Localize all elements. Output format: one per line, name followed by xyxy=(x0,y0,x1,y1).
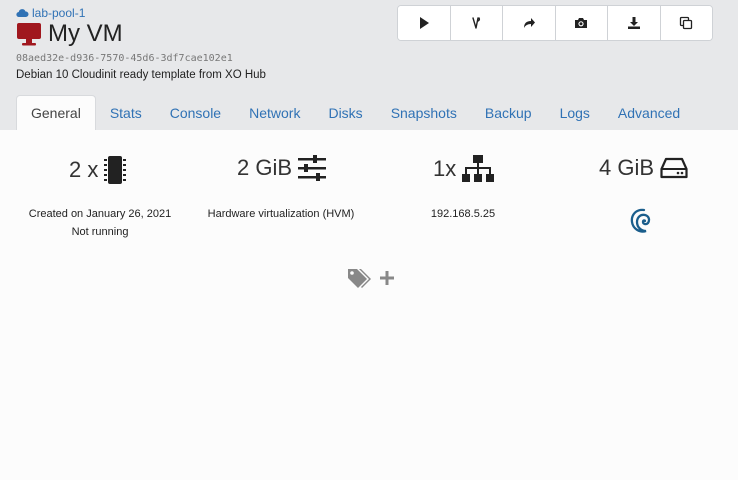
add-tag-icon[interactable] xyxy=(380,271,394,285)
copy-icon xyxy=(680,16,693,30)
cpu-icon xyxy=(104,156,127,184)
start-button[interactable] xyxy=(398,6,451,40)
tab-general[interactable]: General xyxy=(16,95,96,130)
tab-console[interactable]: Console xyxy=(156,95,235,130)
vm-title: My VM xyxy=(16,20,123,48)
pool-link[interactable]: lab-pool-1 xyxy=(16,6,85,20)
vm-tabs: General Stats Console Network Disks Snap… xyxy=(16,95,694,130)
snapshot-icon xyxy=(575,18,588,28)
fast-clone-icon xyxy=(472,17,481,29)
migrate-icon xyxy=(523,18,535,28)
vm-action-toolbar xyxy=(397,5,713,41)
tab-snapshots[interactable]: Snapshots xyxy=(377,95,471,130)
snapshot-button[interactable] xyxy=(555,6,608,40)
cpu-stat[interactable]: 2 x xyxy=(69,155,127,185)
play-icon xyxy=(419,17,429,29)
created-date: Created on January 26, 2021 xyxy=(28,208,172,220)
tab-stats[interactable]: Stats xyxy=(96,95,156,130)
network-stat[interactable]: 1x xyxy=(433,155,495,183)
cloud-icon xyxy=(16,9,29,18)
disk-stat[interactable]: 4 GiB xyxy=(599,155,688,181)
debian-icon xyxy=(630,208,651,233)
vm-header: lab-pool-1 My VM 08aed32e-d936-7570-45d6… xyxy=(0,0,738,130)
disk-size: 4 GiB xyxy=(599,155,655,180)
hard-drive-icon xyxy=(660,157,688,179)
vm-uuid: 08aed32e-d936-7570-45d6-3df7cae102e1 xyxy=(16,53,233,64)
desktop-icon xyxy=(16,22,42,46)
tags-row xyxy=(346,267,394,289)
tab-logs[interactable]: Logs xyxy=(546,95,604,130)
fast-clone-button[interactable] xyxy=(450,6,503,40)
tags-icon xyxy=(348,269,371,288)
tab-advanced[interactable]: Advanced xyxy=(604,95,694,130)
tab-disks[interactable]: Disks xyxy=(314,95,376,130)
power-state: Not running xyxy=(71,226,129,238)
migrate-button[interactable] xyxy=(503,6,556,40)
tab-network[interactable]: Network xyxy=(235,95,314,130)
network-count: 1x xyxy=(433,156,457,181)
export-icon xyxy=(627,17,640,29)
vm-description[interactable]: Debian 10 Cloudinit ready template from … xyxy=(16,69,266,81)
copy-button[interactable] xyxy=(660,6,712,40)
tab-backup[interactable]: Backup xyxy=(471,95,546,130)
memory-stat[interactable]: 2 GiB xyxy=(237,155,327,181)
sliders-icon xyxy=(298,155,327,181)
export-button[interactable] xyxy=(608,6,661,40)
virtualization-mode: Hardware virtualization (HVM) xyxy=(207,208,355,220)
pool-name: lab-pool-1 xyxy=(32,6,86,20)
vm-name[interactable]: My VM xyxy=(48,20,123,48)
memory-size: 2 GiB xyxy=(237,155,293,180)
cpu-count: 2 x xyxy=(69,157,99,182)
ip-address: 192.168.5.25 xyxy=(430,208,496,220)
network-icon xyxy=(462,155,495,182)
